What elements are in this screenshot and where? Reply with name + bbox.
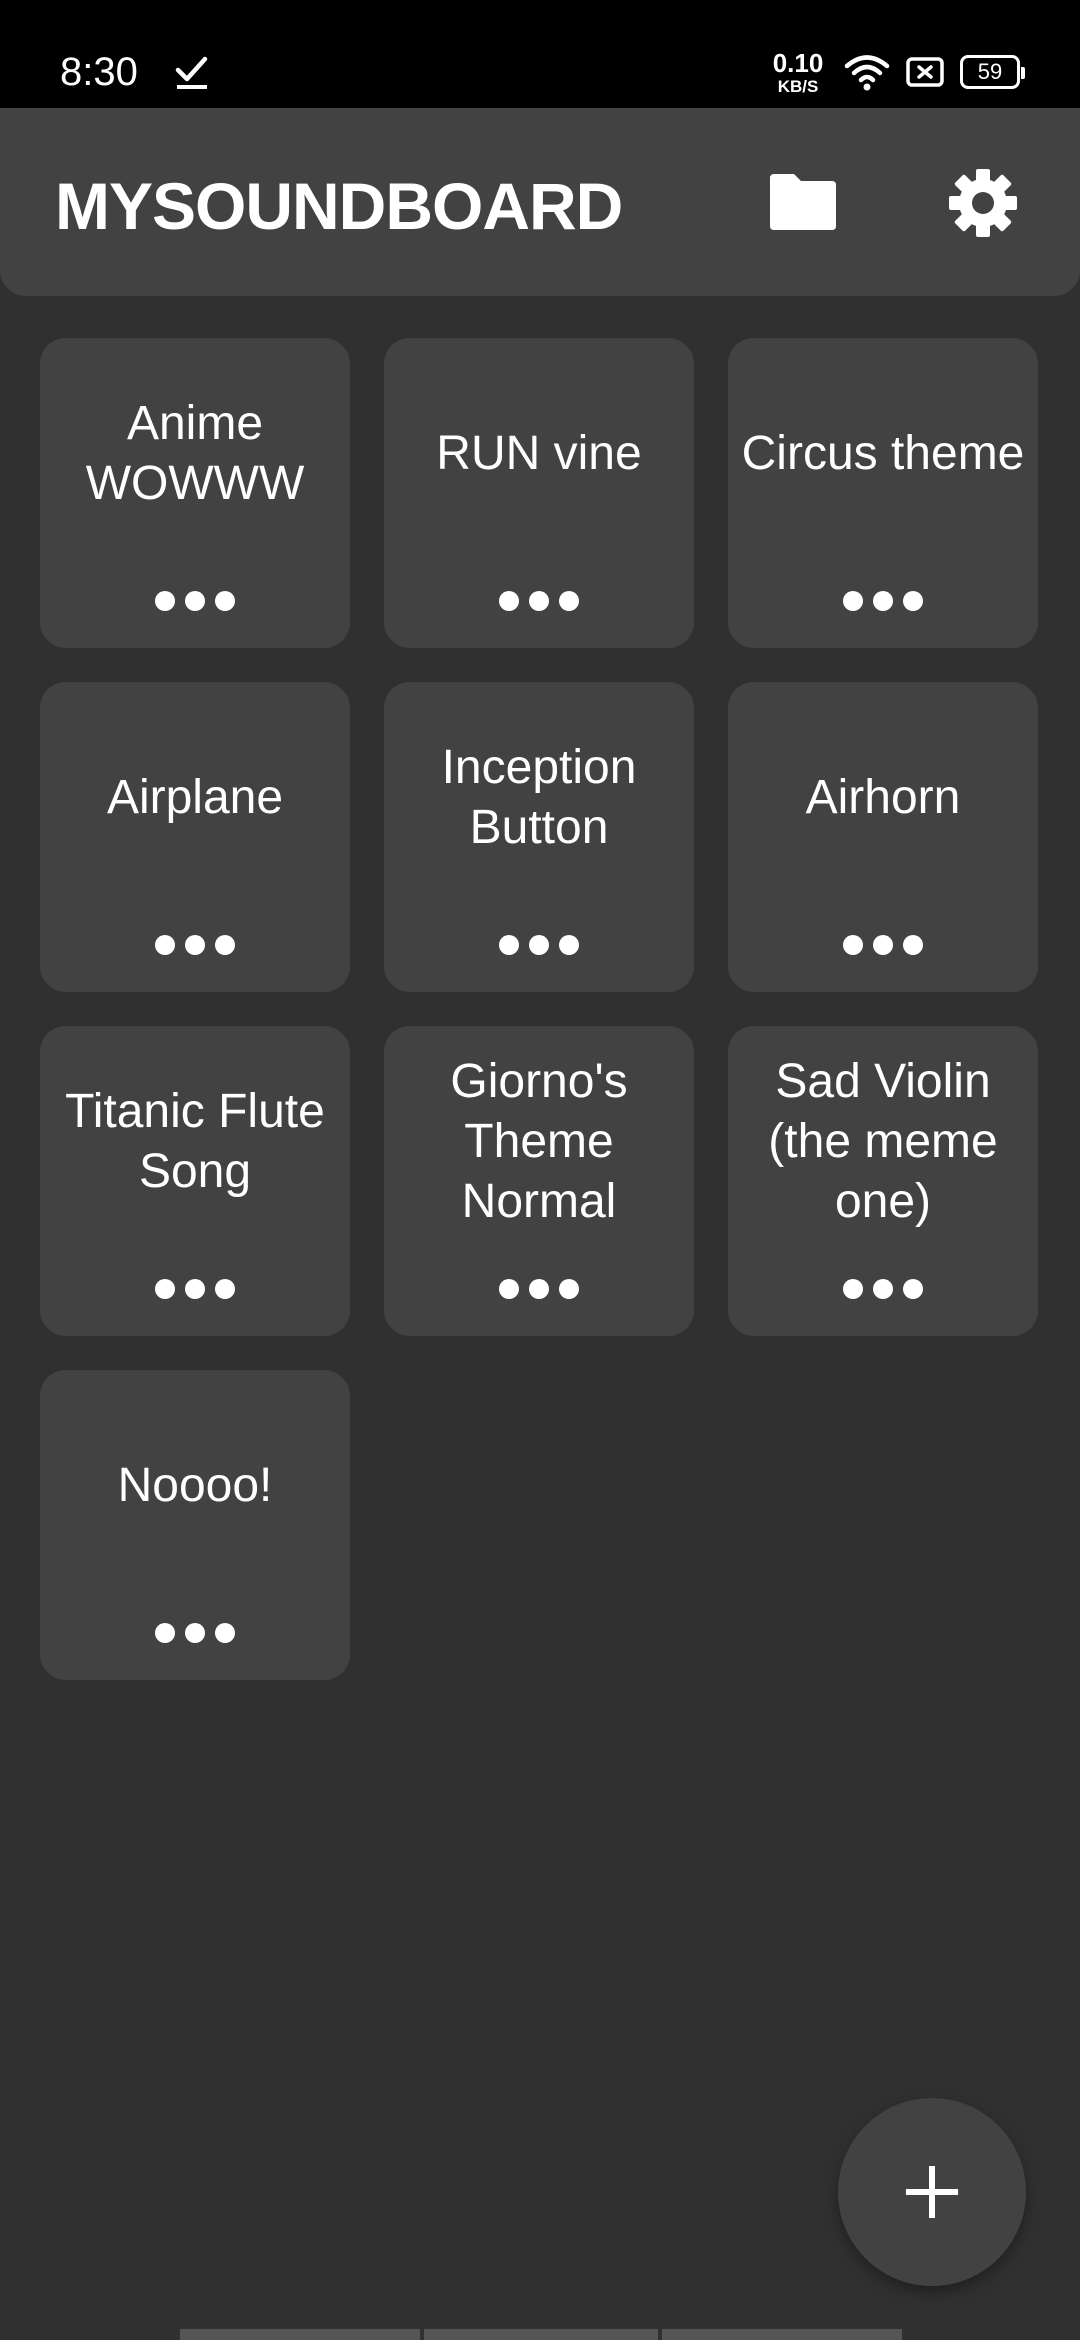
more-options-icon[interactable] — [833, 930, 933, 960]
sound-label: Giorno's Theme Normal — [450, 1055, 628, 1228]
sound-grid: Anime WOWWW RUN vine Circus theme Airpla… — [40, 338, 1038, 1680]
plus-icon — [906, 2166, 958, 2218]
sound-tile[interactable]: Sad Violin (the meme one) — [728, 1026, 1038, 1336]
status-time: 8:30 — [60, 50, 138, 94]
app-title: MYSOUNDBOARD — [55, 169, 623, 243]
sound-label: Sad Violin (the meme one) — [768, 1055, 998, 1228]
nav-handle-segment — [424, 2329, 658, 2340]
app-bar: MYSOUNDBOARD — [0, 108, 1080, 296]
more-options-icon[interactable] — [145, 1274, 245, 1304]
folder-icon[interactable] — [766, 166, 840, 240]
more-options-icon[interactable] — [145, 930, 245, 960]
sound-tile[interactable]: Giorno's Theme Normal — [384, 1026, 694, 1336]
more-options-icon[interactable] — [489, 586, 589, 616]
add-sound-button[interactable] — [838, 2098, 1026, 2286]
battery-icon: 59 — [960, 55, 1025, 89]
sound-tile[interactable]: Titanic Flute Song — [40, 1026, 350, 1336]
sound-tile[interactable]: Airplane — [40, 682, 350, 992]
more-options-icon[interactable] — [833, 586, 933, 616]
gear-icon[interactable] — [946, 166, 1020, 240]
more-options-icon[interactable] — [833, 1274, 933, 1304]
download-done-icon — [175, 56, 208, 89]
network-speed: 0.10 KB/S — [768, 50, 828, 95]
nav-handle-segment — [662, 2329, 902, 2340]
more-options-icon[interactable] — [145, 1618, 245, 1648]
sound-tile[interactable]: Inception Button — [384, 682, 694, 992]
no-sim-icon — [906, 57, 944, 87]
sound-tile[interactable]: RUN vine — [384, 338, 694, 648]
status-bar: 8:30 0.10 KB/S 59 — [0, 0, 1080, 108]
sound-label: Airplane — [106, 771, 284, 824]
battery-level: 59 — [977, 59, 1003, 84]
wifi-icon — [844, 55, 890, 91]
more-options-icon[interactable] — [489, 1274, 589, 1304]
sound-label: Circus theme — [741, 427, 1025, 480]
network-speed-unit: KB/S — [777, 77, 819, 96]
sound-label: Anime WOWWW — [85, 397, 305, 510]
network-speed-value: 0.10 — [772, 48, 824, 78]
sound-tile[interactable]: Airhorn — [728, 682, 1038, 992]
sound-label: Inception Button — [441, 741, 637, 854]
more-options-icon[interactable] — [489, 930, 589, 960]
nav-handle-segment — [180, 2329, 420, 2340]
sound-label: Noooo! — [117, 1459, 273, 1512]
more-options-icon[interactable] — [145, 586, 245, 616]
sound-label: Titanic Flute Song — [65, 1085, 325, 1198]
sound-tile[interactable]: Circus theme — [728, 338, 1038, 648]
sound-tile[interactable]: Anime WOWWW — [40, 338, 350, 648]
sound-label: Airhorn — [805, 771, 961, 824]
sound-label: RUN vine — [436, 427, 642, 480]
sound-tile[interactable]: Noooo! — [40, 1370, 350, 1680]
